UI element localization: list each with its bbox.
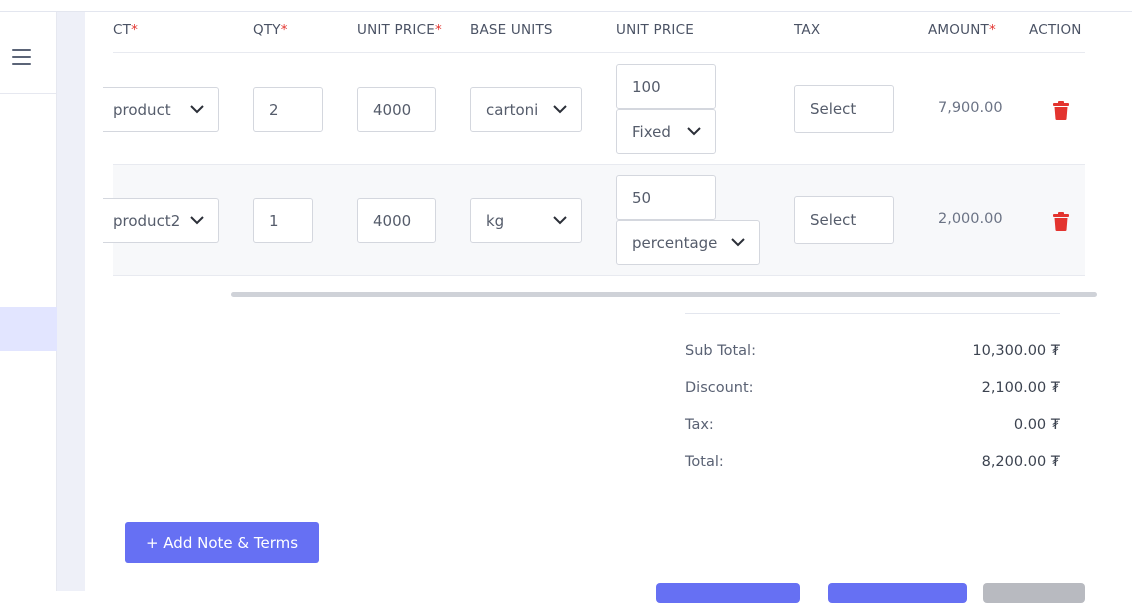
unit-price-input[interactable]: 4000 (357, 198, 436, 243)
chevron-down-icon (686, 123, 701, 137)
table-row: product 2 4000 cartoni 100 Fixed Select … (103, 54, 1085, 165)
discount-type-select[interactable]: Fixed (616, 109, 716, 154)
unit-price-value: 4000 (373, 100, 412, 119)
base-unit-value: kg (486, 211, 505, 230)
header-base-units: BASE UNITS (470, 22, 553, 38)
subtotal-label: Sub Total: (685, 343, 756, 359)
sidebar-divider (0, 93, 57, 94)
tax-select[interactable]: Select (794, 196, 894, 244)
table-header: CT* QTY* UNIT PRICE* BASE UNITS UNIT PRI… (113, 12, 1085, 53)
discount-label: Discount: (685, 380, 754, 396)
trash-icon[interactable] (1053, 101, 1069, 120)
table-row: product2 1 4000 kg 50 percentage Select … (103, 165, 1085, 276)
qty-value: 2 (269, 100, 279, 119)
bottom-button-1[interactable] (656, 583, 800, 603)
add-note-terms-button[interactable]: + Add Note & Terms (125, 522, 319, 563)
discount-value-input[interactable]: 50 (616, 175, 716, 220)
chevron-down-icon (189, 212, 204, 226)
qty-input[interactable]: 1 (253, 198, 313, 243)
discount-value-input[interactable]: 100 (616, 64, 716, 109)
qty-value: 1 (269, 211, 279, 230)
unit-price-value: 4000 (373, 211, 412, 230)
header-qty: QTY* (253, 22, 288, 38)
trash-icon[interactable] (1053, 212, 1069, 231)
horizontal-scrollbar[interactable] (231, 292, 1097, 297)
header-product: CT* (113, 22, 139, 38)
base-unit-select[interactable]: cartoni (470, 87, 582, 132)
discount-value: 100 (632, 77, 661, 96)
sidebar (0, 12, 57, 591)
content-gutter (57, 12, 85, 591)
discount-value: 50 (632, 188, 652, 207)
row-amount: 7,900.00 (938, 100, 1003, 116)
base-unit-select[interactable]: kg (470, 198, 582, 243)
chevron-down-icon (730, 234, 745, 248)
tax-value: Select (810, 211, 857, 229)
discount-type-value: Fixed (632, 122, 671, 141)
header-discount: UNIT PRICE (616, 22, 694, 38)
total-value: 8,200.00 ₮ (981, 454, 1060, 470)
header-unit-price: UNIT PRICE* (357, 22, 442, 38)
tax-select[interactable]: Select (794, 85, 894, 133)
chevron-down-icon (552, 101, 567, 115)
bottom-button-3[interactable] (983, 583, 1085, 603)
bottom-button-2[interactable] (828, 583, 967, 603)
subtotal-value: 10,300.00 ₮ (972, 343, 1060, 359)
chevron-down-icon (189, 101, 204, 115)
discount-type-select[interactable]: percentage (616, 220, 760, 265)
header-action: ACTION (1029, 22, 1082, 38)
sidebar-item-active[interactable] (0, 307, 57, 351)
header-amount: AMOUNT* (928, 22, 996, 38)
header-tax: TAX (794, 22, 821, 38)
chevron-down-icon (552, 212, 567, 226)
product-select-value: product2 (113, 211, 181, 230)
totals-divider (685, 313, 1060, 314)
product-select[interactable]: product (103, 87, 219, 132)
row-amount: 2,000.00 (938, 211, 1003, 227)
discount-type-value: percentage (632, 233, 718, 252)
product-select-value: product (113, 100, 171, 119)
tax-total-value: 0.00 ₮ (1013, 417, 1060, 433)
tax-label: Tax: (685, 417, 714, 433)
tax-value: Select (810, 100, 857, 118)
unit-price-input[interactable]: 4000 (357, 87, 436, 132)
product-select[interactable]: product2 (103, 198, 219, 243)
discount-total-value: 2,100.00 ₮ (981, 380, 1060, 396)
base-unit-value: cartoni (486, 100, 539, 119)
hamburger-icon[interactable] (12, 49, 31, 67)
total-label: Total: (685, 454, 724, 470)
qty-input[interactable]: 2 (253, 87, 323, 132)
